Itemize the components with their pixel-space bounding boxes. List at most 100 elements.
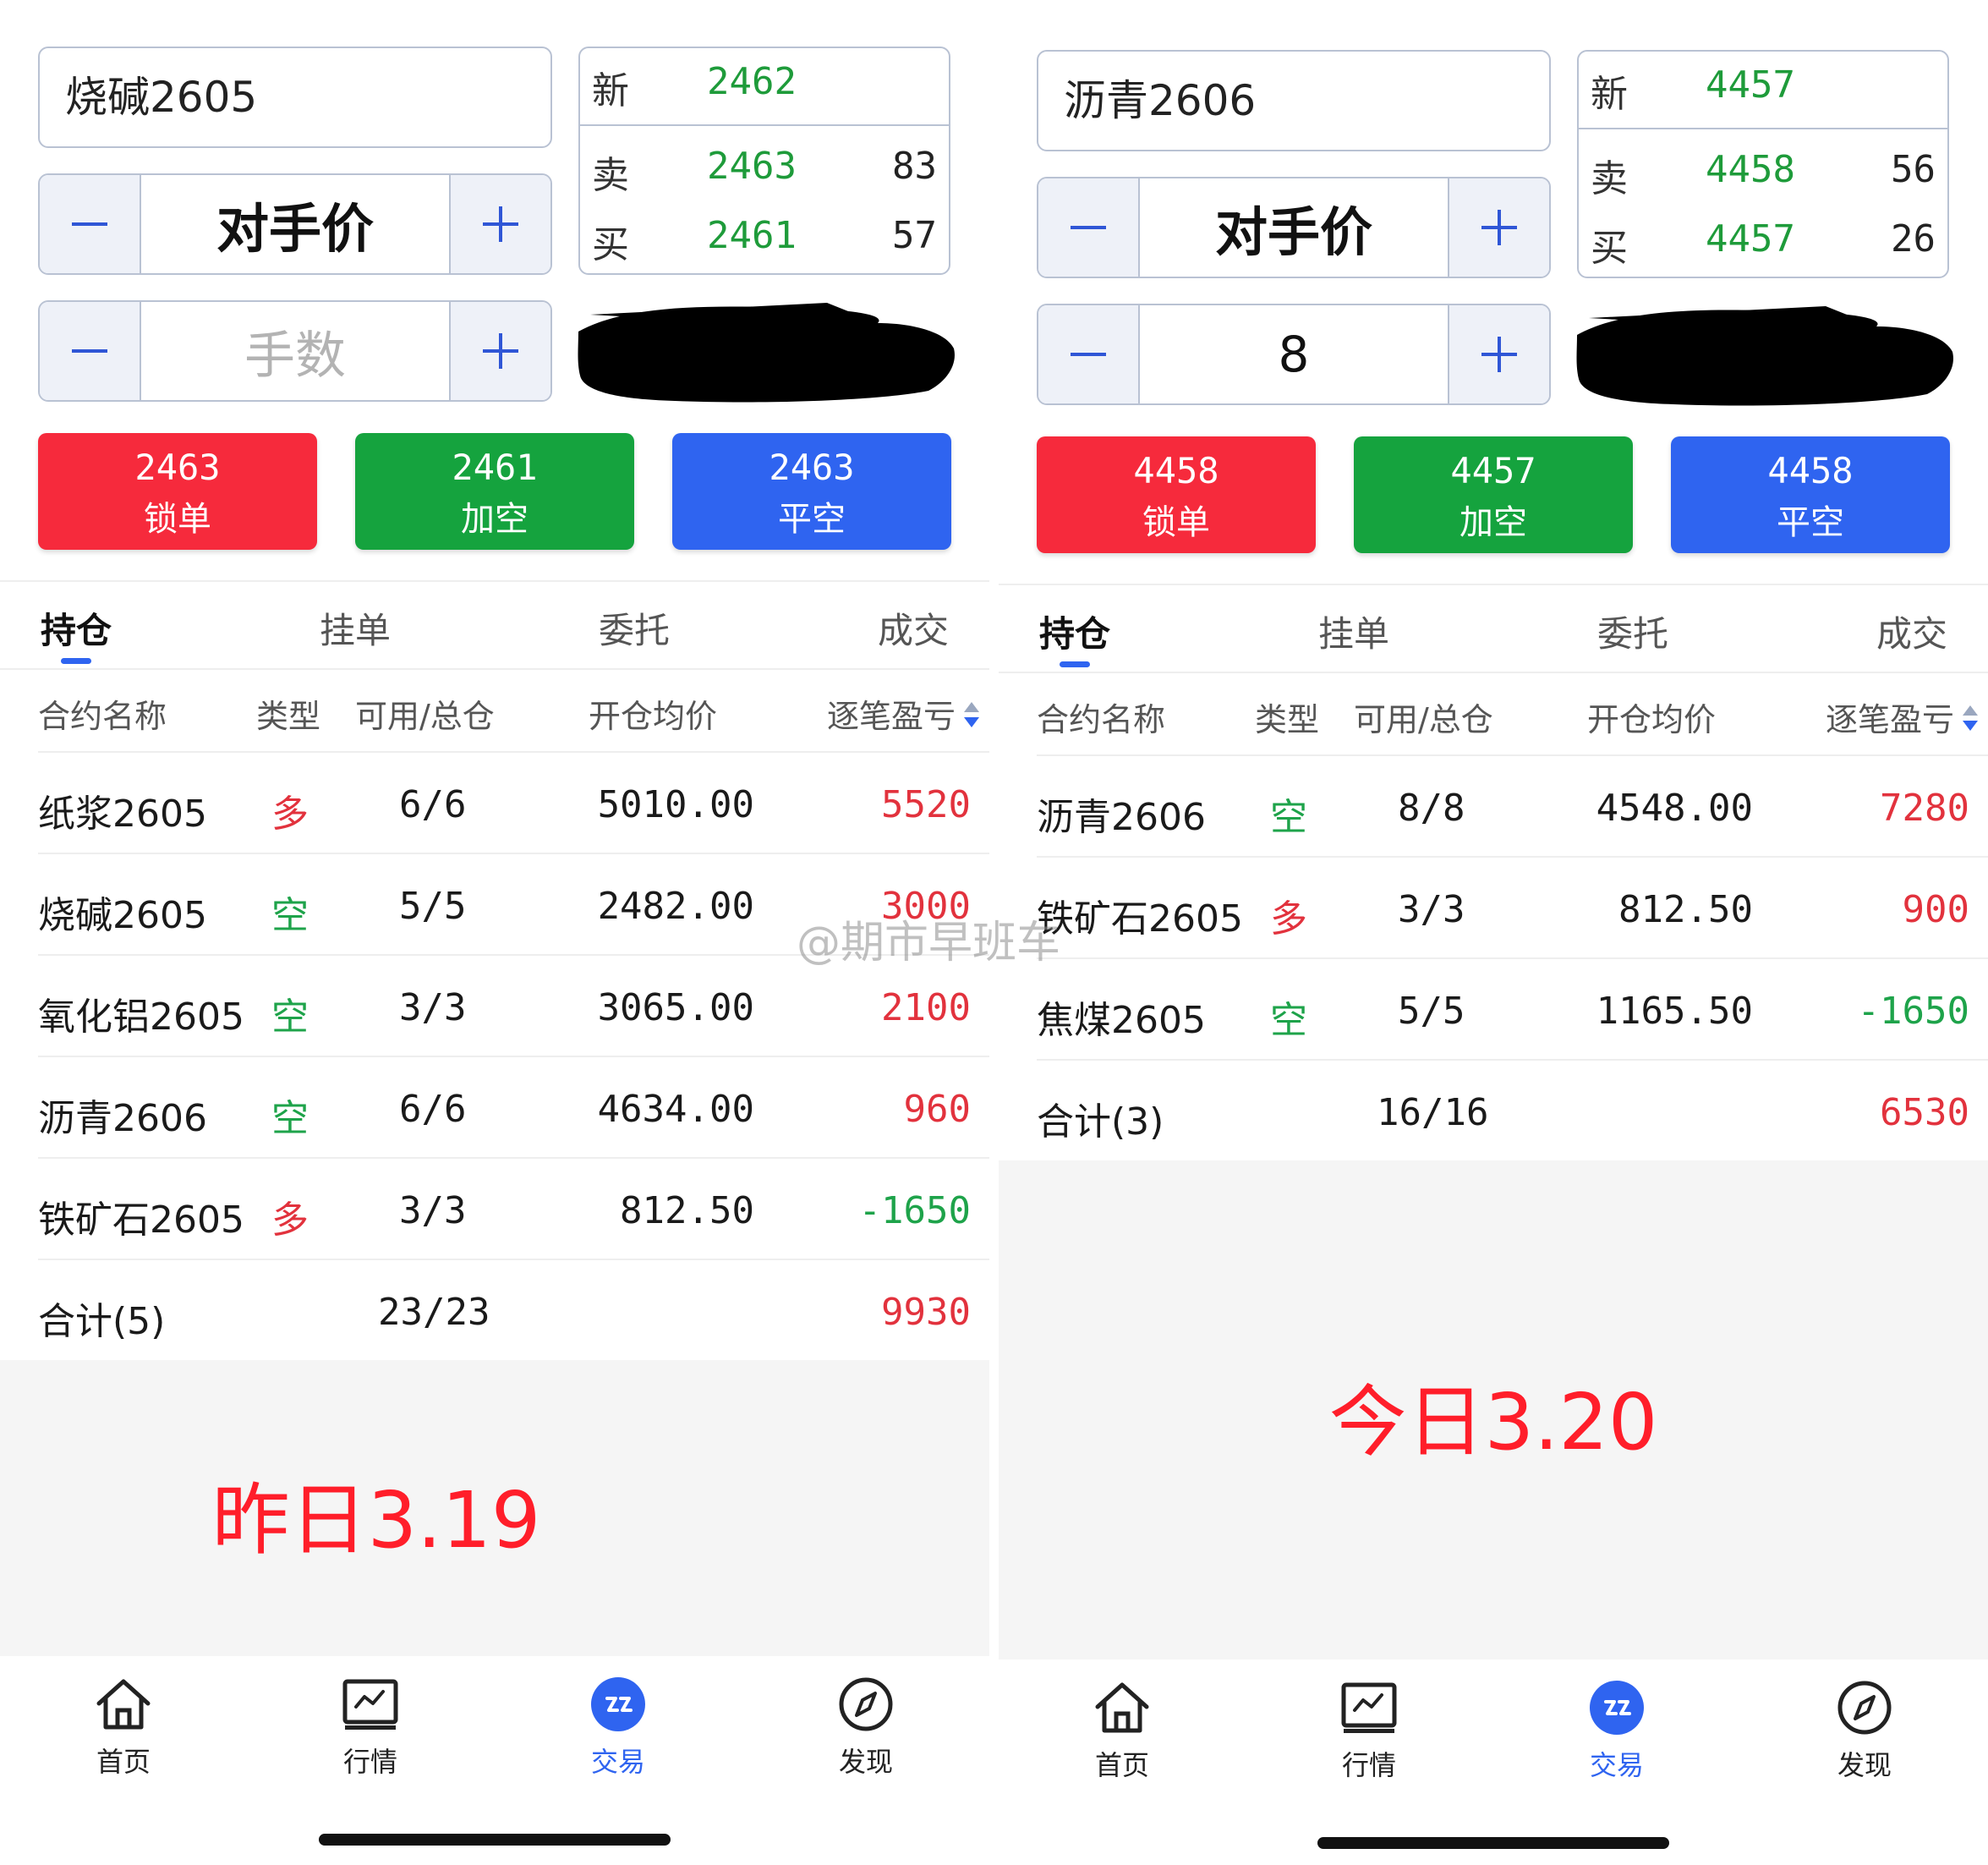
price-mode[interactable]: 对手价 — [1140, 178, 1448, 277]
total-qty: 16/16 — [1377, 1091, 1489, 1134]
lock-order-button[interactable]: 2463 锁单 — [38, 433, 317, 550]
close-short-button[interactable]: 2463 平空 — [672, 433, 951, 550]
qty-plus-button[interactable] — [449, 302, 550, 400]
tab-pending[interactable]: 挂单 — [1318, 606, 1389, 657]
sort-icon[interactable] — [962, 700, 981, 729]
table-row[interactable]: 焦煤2605 空 5/5 1165.50 -1650 — [1037, 957, 1988, 1059]
nav-market-label: 行情 — [342, 1746, 397, 1778]
table-row[interactable]: 沥青2606 空 8/8 4548.00 7280 — [1037, 754, 1988, 856]
row-type: 空 — [271, 1097, 309, 1140]
nav-market[interactable]: 行情 — [320, 1676, 421, 1780]
price-stepper: 对手价 — [1037, 177, 1551, 278]
col-pnl[interactable]: 逐笔盈亏 — [827, 690, 956, 737]
qty-plus-button[interactable] — [1448, 305, 1549, 403]
quote-buy-volume: 26 — [1891, 217, 1936, 261]
price-minus-button[interactable] — [1038, 178, 1140, 277]
quantity-input[interactable]: 手数 — [141, 302, 449, 400]
table-row[interactable]: 铁矿石2605 多 3/3 812.50 900 — [1037, 856, 1988, 957]
price-plus-button[interactable] — [449, 175, 550, 273]
row-qty: 5/5 — [399, 885, 467, 928]
total-pnl: 6530 — [1880, 1091, 1969, 1134]
total-pnl: 9930 — [881, 1291, 971, 1334]
table-row[interactable]: 铁矿石2605 多 3/3 812.50 -1650 — [38, 1157, 989, 1259]
date-annotation: 今日3.20 — [1328, 1377, 1658, 1467]
add-short-price: 4457 — [1450, 450, 1536, 491]
quote-sell[interactable]: 卖 2463 83 — [580, 133, 949, 200]
col-avg-price: 开仓均价 — [1587, 701, 1717, 738]
total-label: 合计(3) — [1037, 1100, 1164, 1144]
home-icon — [96, 1679, 151, 1730]
qty-minus-button[interactable] — [1038, 305, 1140, 403]
close-short-price: 2463 — [769, 447, 855, 488]
lock-order-price: 2463 — [134, 447, 221, 488]
nav-home[interactable]: 首页 — [73, 1676, 174, 1780]
nav-trade[interactable]: 交易 — [567, 1676, 669, 1780]
contract-input[interactable]: 沥青2606 — [1037, 50, 1551, 151]
nav-discover[interactable]: 发现 — [815, 1676, 917, 1780]
quantity-stepper: 手数 — [38, 300, 552, 402]
row-type: 多 — [1270, 897, 1307, 941]
tab-trades[interactable]: 成交 — [1876, 606, 1947, 657]
order-tabs: 持仓 挂单 委托 成交 — [999, 595, 1988, 672]
total-qty: 23/23 — [378, 1291, 490, 1334]
tab-positions[interactable]: 持仓 — [1039, 606, 1110, 657]
quote-new-price: 2462 — [707, 60, 797, 103]
row-avg-price: 4634.00 — [597, 1088, 754, 1131]
tab-orders[interactable]: 委托 — [1597, 606, 1668, 657]
quote-buy-volume: 57 — [892, 214, 937, 257]
row-contract: 铁矿石2605 — [38, 1199, 244, 1242]
nav-trade[interactable]: 交易 — [1566, 1680, 1668, 1783]
row-type: 多 — [271, 1199, 309, 1242]
quote-buy[interactable]: 买 4457 26 — [1579, 206, 1947, 273]
row-avg-price: 4548.00 — [1596, 787, 1753, 830]
watermark: @期市早班车 — [797, 918, 1061, 968]
col-qty: 可用/总仓 — [355, 698, 495, 735]
qty-minus-button[interactable] — [40, 302, 141, 400]
quote-new-label: 新 — [1591, 73, 1628, 116]
row-pnl: 900 — [1902, 888, 1969, 931]
price-stepper: 对手价 — [38, 173, 552, 275]
minus-icon — [1071, 353, 1106, 356]
quote-sell-price: 4458 — [1706, 148, 1795, 191]
plus-icon — [1481, 337, 1517, 372]
home-indicator — [1317, 1837, 1669, 1849]
price-minus-button[interactable] — [40, 175, 141, 273]
add-short-button[interactable]: 2461 加空 — [355, 433, 634, 550]
add-short-button[interactable]: 4457 加空 — [1354, 436, 1633, 553]
col-pnl[interactable]: 逐笔盈亏 — [1826, 694, 1954, 740]
tab-positions[interactable]: 持仓 — [41, 602, 112, 654]
close-short-button[interactable]: 4458 平空 — [1671, 436, 1950, 553]
quantity-input[interactable]: 8 — [1140, 305, 1448, 403]
row-contract: 焦煤2605 — [1037, 999, 1206, 1042]
order-tabs: 持仓 挂单 委托 成交 — [0, 592, 989, 668]
price-mode[interactable]: 对手价 — [141, 175, 449, 273]
sort-icon[interactable] — [1961, 704, 1980, 732]
quote-buy[interactable]: 买 2461 57 — [580, 202, 949, 270]
quantity-stepper: 8 — [1037, 304, 1551, 405]
quote-sell-label: 卖 — [1591, 157, 1628, 200]
quote-sell[interactable]: 卖 4458 56 — [1579, 136, 1947, 204]
lock-order-button[interactable]: 4458 锁单 — [1037, 436, 1316, 553]
trade-icon — [1590, 1681, 1644, 1735]
nav-market[interactable]: 行情 — [1318, 1680, 1420, 1783]
quote-buy-label: 买 — [1591, 227, 1628, 270]
quote-new: 新 2462 — [580, 48, 949, 116]
row-avg-price: 1165.50 — [1596, 990, 1753, 1033]
table-row[interactable]: 纸浆2605 多 6/6 5010.00 5520 — [38, 751, 989, 853]
row-type: 空 — [1270, 796, 1307, 839]
nav-home[interactable]: 首页 — [1071, 1680, 1173, 1783]
quote-buy-label: 买 — [592, 223, 629, 266]
tab-orders[interactable]: 委托 — [599, 602, 670, 654]
row-qty: 3/3 — [399, 986, 467, 1029]
tab-pending[interactable]: 挂单 — [320, 602, 391, 654]
nav-discover[interactable]: 发现 — [1814, 1680, 1915, 1783]
row-pnl: 7280 — [1880, 787, 1969, 830]
tab-trades[interactable]: 成交 — [878, 602, 949, 654]
price-plus-button[interactable] — [1448, 178, 1549, 277]
quote-panel: 新 4457 卖 4458 56 买 4457 26 — [1577, 50, 1949, 278]
contract-input[interactable]: 烧碱2605 — [38, 47, 552, 148]
table-row[interactable]: 沥青2606 空 6/6 4634.00 960 — [38, 1056, 989, 1157]
quote-new-label: 新 — [592, 69, 629, 112]
row-type: 空 — [271, 996, 309, 1039]
redaction-scribble — [1576, 306, 1953, 406]
